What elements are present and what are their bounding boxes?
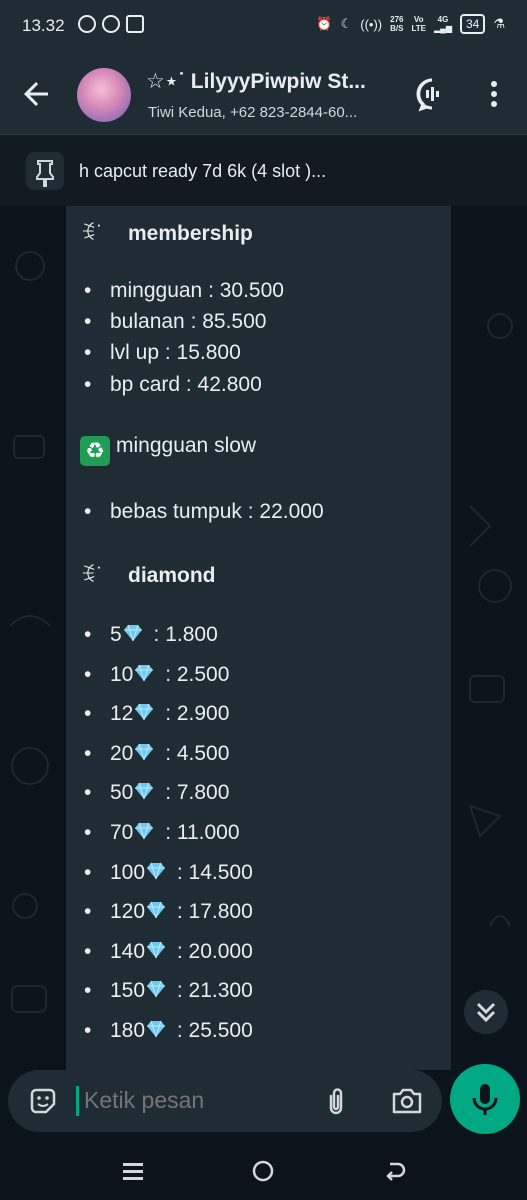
diamond-list-item: • 10 : 2.500 [84, 662, 230, 686]
recents-icon[interactable] [118, 1156, 148, 1186]
shop-icon [126, 15, 144, 33]
whatsapp-icon [78, 15, 96, 33]
sticker-icon[interactable] [28, 1086, 58, 1116]
diamond-price: : 14.500 [171, 860, 253, 884]
message-input[interactable] [84, 1087, 304, 1114]
scroll-down-icon [476, 1002, 496, 1023]
diamond-icon [135, 822, 154, 840]
avatar[interactable] [77, 68, 131, 122]
message-input-bar [8, 1070, 442, 1132]
diamond-price: : 25.500 [171, 1019, 253, 1042]
diamond-icon [147, 941, 166, 958]
back-nav-icon[interactable] [380, 1156, 410, 1186]
diamond-price: : 21.300 [171, 979, 253, 1003]
diamond-icon [147, 981, 166, 998]
diamond-price: : 11.000 [159, 821, 240, 844]
volte-indicator: Vo LTE [411, 15, 426, 33]
more-vert-icon[interactable] [480, 76, 508, 112]
diamond-qty: 70 [110, 821, 134, 844]
diamond-qty: 20 [110, 741, 134, 765]
chat-header: ☆⋆˙ LilyyyPiwpiw St... Tiwi Kedua, +62 8… [0, 56, 527, 134]
text-caret [76, 1086, 79, 1116]
diamond-icon [147, 1020, 166, 1038]
diamond-icon [123, 624, 142, 642]
diamond-price: : 2.500 [159, 662, 230, 686]
diamond-icon [147, 862, 166, 879]
pin-icon [26, 152, 64, 190]
camera-icon[interactable] [390, 1086, 424, 1116]
network-speed: 276 B/S [390, 15, 404, 33]
slow-heading: ♻ mingguan slow [80, 434, 256, 466]
recycle-icon: ♻ [80, 436, 110, 466]
status-bar: 13.32 ⏰ ☾ ((•)) 276 B/S Vo LTE 4G ▂▄▆ 34 ⚗ [0, 0, 527, 56]
diamond-icon [135, 783, 154, 800]
list-item: • mingguan : 30.500 [84, 279, 284, 302]
diamond-icon [147, 902, 166, 919]
list-item: • bp card : 42.800 [84, 373, 262, 396]
diamond-qty: 140 [110, 939, 146, 963]
voice-chat-icon[interactable] [414, 76, 450, 112]
diamond-price: : 1.800 [147, 623, 218, 646]
back-arrow-icon[interactable] [18, 76, 54, 112]
attach-icon[interactable] [322, 1086, 350, 1118]
hotspot-icon: ((•)) [360, 16, 383, 32]
diamond-qty: 120 [110, 900, 146, 924]
status-time: 13.32 [22, 16, 65, 35]
diamond-icon [135, 664, 154, 681]
diamond-icon [135, 743, 154, 760]
status-notification-icons [78, 15, 144, 33]
alarm-icon [102, 15, 120, 33]
diamond-list-item: • 5 : 1.800 [84, 623, 218, 646]
mic-icon [472, 1084, 498, 1115]
mic-button[interactable] [450, 1064, 520, 1134]
diamond-price: : 7.800 [159, 781, 230, 805]
pinned-message-text: h capcut ready 7d 6k (4 slot )... [79, 161, 327, 181]
signal-indicator: 4G ▂▄▆ [434, 15, 452, 33]
chat-subtitle[interactable]: Tiwi Kedua, +62 823-2844-60... [148, 104, 398, 121]
diamond-icon [135, 704, 154, 721]
diamond-list-item: • 120 : 17.800 [84, 900, 253, 924]
diamond-price: : 4.500 [159, 741, 230, 765]
list-item: • lvl up : 15.800 [84, 341, 241, 364]
list-item: • bulanan : 85.500 [84, 310, 267, 333]
diamond-qty: 12 [110, 702, 134, 726]
diamond-list-item: • 140 : 20.000 [84, 939, 253, 963]
diamond-list-item: • 70 : 11.000 [84, 821, 240, 844]
status-system-icons: ⏰ ☾ ((•)) 276 B/S Vo LTE 4G ▂▄▆ 34 ⚗ [316, 14, 505, 34]
chat-area[interactable]: ꉂ˙ membership • mingguan : 30.500 • bulanan… [0, 206, 527, 1070]
diamond-heading: ꉂ˙ diamond [80, 564, 216, 587]
diamond-list-item: • 20 : 4.500 [84, 741, 230, 765]
diamond-qty: 150 [110, 979, 146, 1003]
alarm-status-icon: ⏰ [316, 16, 333, 31]
diamond-qty: 100 [110, 860, 146, 884]
diamond-list-item: • 12 : 2.900 [84, 702, 230, 726]
system-nav-bar [0, 1140, 527, 1200]
pinned-message-bar[interactable]: h capcut ready 7d 6k (4 slot )... [0, 134, 527, 206]
diamond-list-item: • 180 : 25.500 [84, 1019, 253, 1042]
diamond-price: : 2.900 [159, 702, 230, 726]
diamond-price: : 17.800 [171, 900, 253, 924]
diamond-list-item: • 100 : 14.500 [84, 860, 253, 884]
diamond-list-item: • 50 : 7.800 [84, 781, 230, 805]
diamond-qty: 5 [110, 623, 122, 646]
list-item: • bebas tumpuk : 22.000 [84, 500, 324, 523]
scroll-down-button[interactable] [464, 990, 508, 1034]
battery-indicator: 34 [459, 14, 486, 34]
dnd-moon-icon: ☾ [340, 16, 353, 31]
flask-icon: ⚗ [493, 16, 505, 31]
diamond-qty: 10 [110, 662, 134, 686]
membership-heading: ꉂ˙ membership [80, 222, 253, 245]
home-icon[interactable] [248, 1156, 278, 1186]
diamond-list-item: • 150 : 21.300 [84, 979, 253, 1003]
chat-title[interactable]: ☆⋆˙ LilyyyPiwpiw St... [146, 69, 406, 94]
diamond-qty: 180 [110, 1019, 146, 1042]
message-bubble[interactable]: ꉂ˙ membership • mingguan : 30.500 • bulanan… [66, 206, 451, 1070]
diamond-qty: 50 [110, 781, 134, 805]
diamond-price: : 20.000 [171, 939, 253, 963]
